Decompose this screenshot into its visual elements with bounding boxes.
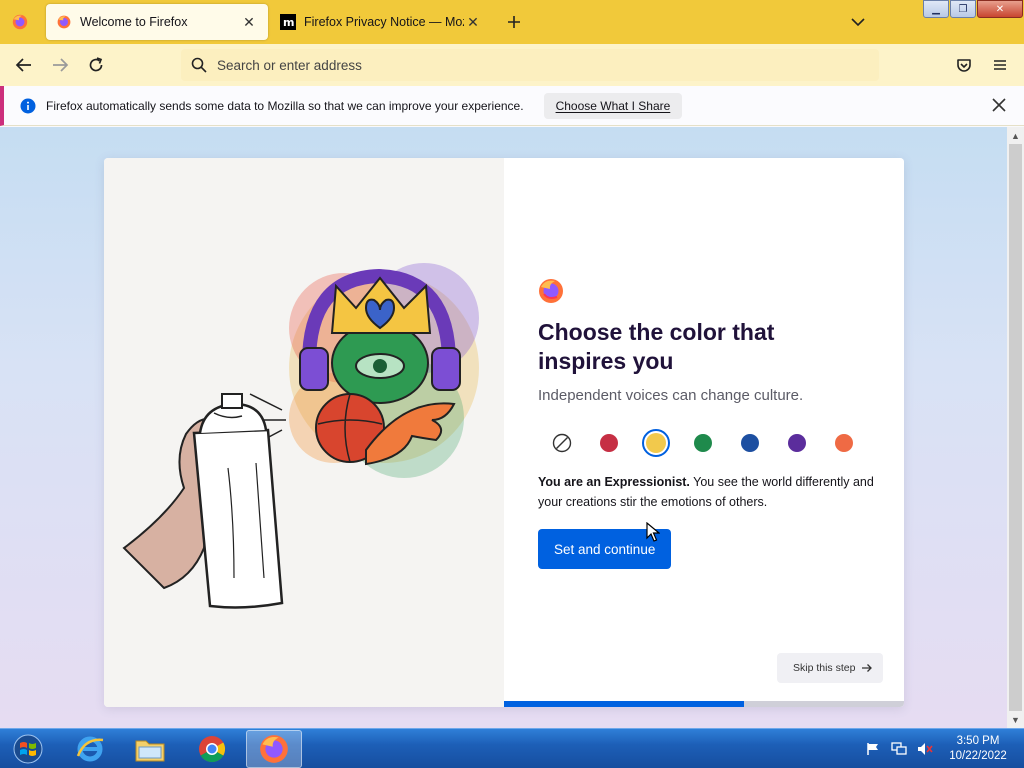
swatch-color bbox=[788, 434, 806, 452]
swatch-color bbox=[646, 433, 666, 453]
internet-explorer-icon bbox=[76, 736, 104, 762]
taskbar-file-explorer[interactable] bbox=[122, 730, 178, 768]
choose-what-i-share-button[interactable]: Choose What I Share bbox=[543, 92, 683, 119]
scroll-up-arrow-icon[interactable]: ▲ bbox=[1007, 127, 1024, 144]
color-swatch-blue[interactable] bbox=[736, 429, 764, 457]
svg-text:m: m bbox=[283, 16, 294, 29]
close-window-button[interactable]: ✕ bbox=[977, 0, 1023, 18]
no-color-icon bbox=[552, 433, 572, 453]
app-menu-button[interactable] bbox=[986, 51, 1014, 79]
address-bar[interactable] bbox=[181, 49, 879, 81]
firefox-icon bbox=[57, 15, 71, 29]
volume-muted-icon[interactable] bbox=[916, 740, 934, 758]
notification-message: Firefox automatically sends some data to… bbox=[46, 98, 524, 113]
color-swatch-purple[interactable] bbox=[783, 429, 811, 457]
color-description: You are an Expressionist. You see the wo… bbox=[538, 472, 878, 512]
taskbar-firefox[interactable] bbox=[246, 730, 302, 768]
scroll-down-arrow-icon[interactable]: ▼ bbox=[1007, 711, 1024, 728]
swatch-color bbox=[741, 434, 759, 452]
chrome-icon bbox=[199, 736, 226, 763]
address-input[interactable] bbox=[217, 57, 857, 73]
page-subtitle: Independent voices can change culture. bbox=[538, 387, 804, 404]
color-swatch-group bbox=[548, 429, 877, 457]
tab-title: Welcome to Firefox bbox=[80, 15, 188, 29]
onboarding-card: Choose the color that inspires you Indep… bbox=[104, 158, 904, 707]
list-all-tabs-button[interactable] bbox=[846, 10, 870, 34]
windows-logo-icon bbox=[13, 734, 43, 764]
chevron-down-icon bbox=[851, 18, 865, 27]
firefox-view-button[interactable] bbox=[0, 0, 40, 44]
vertical-scrollbar[interactable]: ▲ ▼ bbox=[1007, 127, 1024, 728]
close-tab-icon[interactable]: ✕ bbox=[464, 13, 482, 31]
tab-welcome[interactable]: Welcome to Firefox ✕ bbox=[46, 4, 268, 40]
network-icon[interactable] bbox=[890, 740, 908, 758]
new-tab-button[interactable] bbox=[502, 10, 526, 34]
windows-taskbar: 3:50 PM 10/22/2022 bbox=[0, 728, 1024, 768]
content-panel: Choose the color that inspires you Indep… bbox=[504, 158, 904, 707]
swatch-color bbox=[600, 434, 618, 452]
hamburger-menu-icon bbox=[994, 60, 1006, 70]
plus-icon bbox=[508, 16, 520, 28]
color-swatch-orange[interactable] bbox=[830, 429, 858, 457]
back-arrow-icon bbox=[15, 58, 31, 72]
firefox-icon bbox=[12, 14, 28, 30]
forward-arrow-icon bbox=[53, 58, 69, 72]
window-controls: ▁ ❐ ✕ bbox=[923, 0, 1024, 20]
clock-time: 3:50 PM bbox=[956, 735, 1000, 747]
skip-step-label: Skip this step bbox=[793, 662, 856, 674]
color-swatch-none[interactable] bbox=[548, 429, 576, 457]
taskbar-chrome[interactable] bbox=[184, 730, 240, 768]
arrow-right-icon bbox=[862, 664, 873, 672]
action-center-flag-icon[interactable] bbox=[864, 740, 882, 758]
system-clock[interactable]: 3:50 PM 10/22/2022 bbox=[942, 734, 1014, 764]
back-button[interactable] bbox=[10, 51, 38, 79]
system-tray: 3:50 PM 10/22/2022 bbox=[864, 729, 1024, 768]
folder-icon bbox=[135, 740, 165, 762]
page-title: Choose the color that inspires you bbox=[538, 319, 775, 374]
data-collection-notification: Firefox automatically sends some data to… bbox=[0, 86, 1024, 126]
firefox-icon bbox=[260, 735, 288, 763]
spray-paint-illustration bbox=[122, 263, 479, 609]
mouse-cursor-icon bbox=[646, 522, 660, 542]
pocket-button[interactable] bbox=[950, 51, 978, 79]
color-swatch-yellow[interactable] bbox=[642, 429, 670, 457]
minimize-button[interactable]: ▁ bbox=[923, 0, 949, 18]
color-swatch-green[interactable] bbox=[689, 429, 717, 457]
skip-step-button[interactable]: Skip this step bbox=[777, 653, 884, 683]
onboarding-progress-bar bbox=[504, 701, 904, 707]
start-button[interactable] bbox=[4, 731, 52, 767]
swatch-color bbox=[694, 434, 712, 452]
swatch-color bbox=[835, 434, 853, 452]
close-icon[interactable] bbox=[990, 96, 1008, 114]
close-tab-icon[interactable]: ✕ bbox=[240, 13, 258, 31]
search-icon bbox=[191, 57, 207, 73]
clock-date: 10/22/2022 bbox=[949, 750, 1007, 762]
pocket-icon bbox=[957, 59, 971, 72]
color-description-title: You are an Expressionist. bbox=[538, 475, 690, 489]
restore-button[interactable]: ❐ bbox=[950, 0, 976, 18]
firefox-logo bbox=[539, 279, 563, 303]
forward-button[interactable] bbox=[46, 51, 74, 79]
tab-strip: Welcome to Firefox ✕ m Firefox Privacy N… bbox=[0, 0, 1024, 44]
progress-fill bbox=[504, 701, 744, 707]
page-content: Choose the color that inspires you Indep… bbox=[0, 127, 1007, 728]
scroll-thumb[interactable] bbox=[1009, 144, 1022, 711]
reload-icon bbox=[89, 57, 103, 72]
mozilla-icon: m bbox=[280, 14, 296, 30]
illustration-panel bbox=[104, 158, 504, 707]
tab-title: Firefox Privacy Notice — Mozilla bbox=[304, 15, 464, 29]
info-icon bbox=[20, 98, 36, 113]
taskbar-internet-explorer[interactable] bbox=[62, 730, 118, 768]
navigation-toolbar bbox=[0, 44, 1024, 86]
color-swatch-red[interactable] bbox=[595, 429, 623, 457]
tab-privacy-notice[interactable]: m Firefox Privacy Notice — Mozilla ✕ bbox=[270, 4, 492, 40]
reload-button[interactable] bbox=[82, 51, 110, 79]
